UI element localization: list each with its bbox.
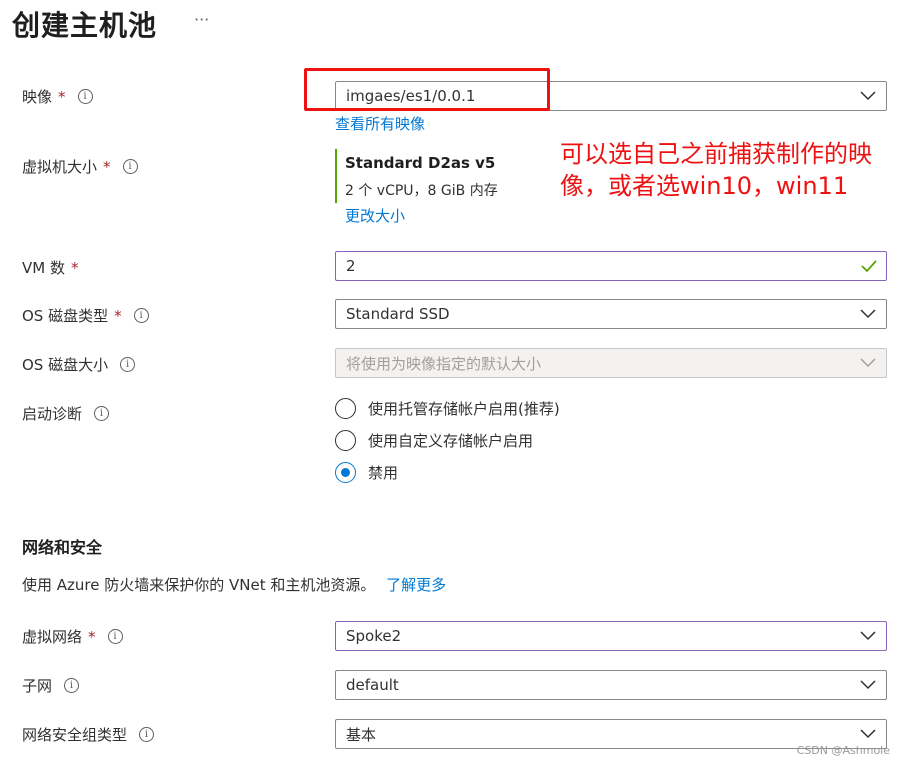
- required-marker: *: [70, 258, 79, 277]
- info-icon[interactable]: i: [122, 159, 138, 174]
- vm-count-input[interactable]: 2: [335, 251, 887, 281]
- os-disk-type-label: OS 磁盘类型 * i: [22, 305, 149, 326]
- vnet-label: 虚拟网络 * i: [22, 626, 123, 647]
- chevron-down-icon: [860, 358, 876, 368]
- vm-size-label-text: 虚拟机大小: [22, 158, 98, 176]
- vnet-dropdown[interactable]: Spoke2: [335, 621, 887, 651]
- chevron-down-icon: [860, 631, 876, 641]
- subnet-dropdown[interactable]: default: [335, 670, 887, 700]
- boot-diag-option-custom[interactable]: 使用自定义存储帐户启用: [335, 430, 533, 451]
- required-marker: *: [88, 627, 96, 646]
- vnet-value: Spoke2: [346, 627, 402, 645]
- section-title-network: 网络和安全: [22, 538, 103, 557]
- page-title: 创建主机池: [12, 9, 158, 42]
- subnet-label: 子网 i: [22, 675, 80, 696]
- info-icon[interactable]: i: [94, 406, 110, 421]
- os-disk-type-label-text: OS 磁盘类型: [22, 307, 109, 325]
- os-disk-type-value: Standard SSD: [346, 305, 450, 323]
- vm-count-label: VM 数 *: [22, 257, 78, 278]
- radio-label: 使用自定义存储帐户启用: [368, 432, 534, 450]
- annotation-text: 可以选自己之前捕获制作的映像，或者选win10，win11: [560, 140, 872, 200]
- boot-diag-option-managed[interactable]: 使用托管存储帐户启用(推荐): [335, 398, 560, 419]
- os-disk-size-label: OS 磁盘大小 i: [22, 354, 136, 375]
- info-icon[interactable]: i: [64, 678, 80, 693]
- checkmark-icon: [861, 260, 877, 273]
- network-description: 使用 Azure 防火墙来保护你的 VNet 和主机池资源。 了解更多: [22, 574, 446, 595]
- required-marker: *: [114, 306, 122, 325]
- subnet-label-text: 子网: [22, 677, 53, 695]
- os-disk-type-dropdown[interactable]: Standard SSD: [335, 299, 887, 329]
- info-icon[interactable]: i: [120, 357, 136, 372]
- view-all-images-link[interactable]: 查看所有映像: [335, 113, 425, 134]
- os-disk-size-dropdown: 将使用为映像指定的默认大小: [335, 348, 887, 378]
- boot-diag-label: 启动诊断 i: [22, 403, 110, 424]
- vnet-label-text: 虚拟网络: [22, 628, 83, 646]
- chevron-down-icon: [860, 309, 876, 319]
- required-marker: *: [103, 157, 111, 176]
- vm-size-name: Standard D2as v5: [345, 154, 496, 172]
- chevron-down-icon: [860, 729, 876, 739]
- learn-more-link[interactable]: 了解更多: [386, 576, 446, 594]
- os-disk-size-label-text: OS 磁盘大小: [22, 356, 109, 374]
- more-options-icon[interactable]: ···: [194, 10, 209, 29]
- required-marker: *: [58, 87, 66, 106]
- vm-count-label-text: VM 数: [22, 259, 65, 277]
- nsg-type-label-text: 网络安全组类型: [22, 726, 128, 744]
- watermark: CSDN @Ashmole: [796, 744, 890, 757]
- radio-label: 使用托管存储帐户启用(推荐): [368, 400, 560, 418]
- vm-count-value: 2: [346, 257, 356, 275]
- change-size-link[interactable]: 更改大小: [345, 205, 405, 226]
- info-icon[interactable]: i: [133, 308, 149, 323]
- boot-diag-option-disabled[interactable]: 禁用: [335, 462, 398, 483]
- boot-diag-label-text: 启动诊断: [22, 405, 83, 423]
- subnet-value: default: [346, 676, 399, 694]
- chevron-down-icon: [860, 680, 876, 690]
- network-description-text: 使用 Azure 防火墙来保护你的 VNet 和主机池资源。: [22, 576, 376, 594]
- chevron-down-icon: [860, 91, 876, 101]
- vm-size-label: 虚拟机大小 * i: [22, 156, 138, 177]
- image-label: 映像 * i: [22, 86, 93, 107]
- info-icon[interactable]: i: [139, 727, 155, 742]
- nsg-type-value: 基本: [346, 725, 377, 744]
- annotation-highlight-box: [304, 68, 550, 111]
- vm-size-spec: 2 个 vCPU，8 GiB 内存: [345, 183, 498, 199]
- os-disk-size-placeholder: 将使用为映像指定的默认大小: [346, 354, 542, 373]
- info-icon[interactable]: i: [77, 89, 93, 104]
- radio-button[interactable]: [335, 430, 356, 451]
- image-label-text: 映像: [22, 88, 53, 106]
- radio-button-selected[interactable]: [335, 462, 356, 483]
- nsg-type-label: 网络安全组类型 i: [22, 724, 155, 745]
- radio-label: 禁用: [368, 464, 399, 482]
- info-icon[interactable]: i: [107, 629, 123, 644]
- radio-button[interactable]: [335, 398, 356, 419]
